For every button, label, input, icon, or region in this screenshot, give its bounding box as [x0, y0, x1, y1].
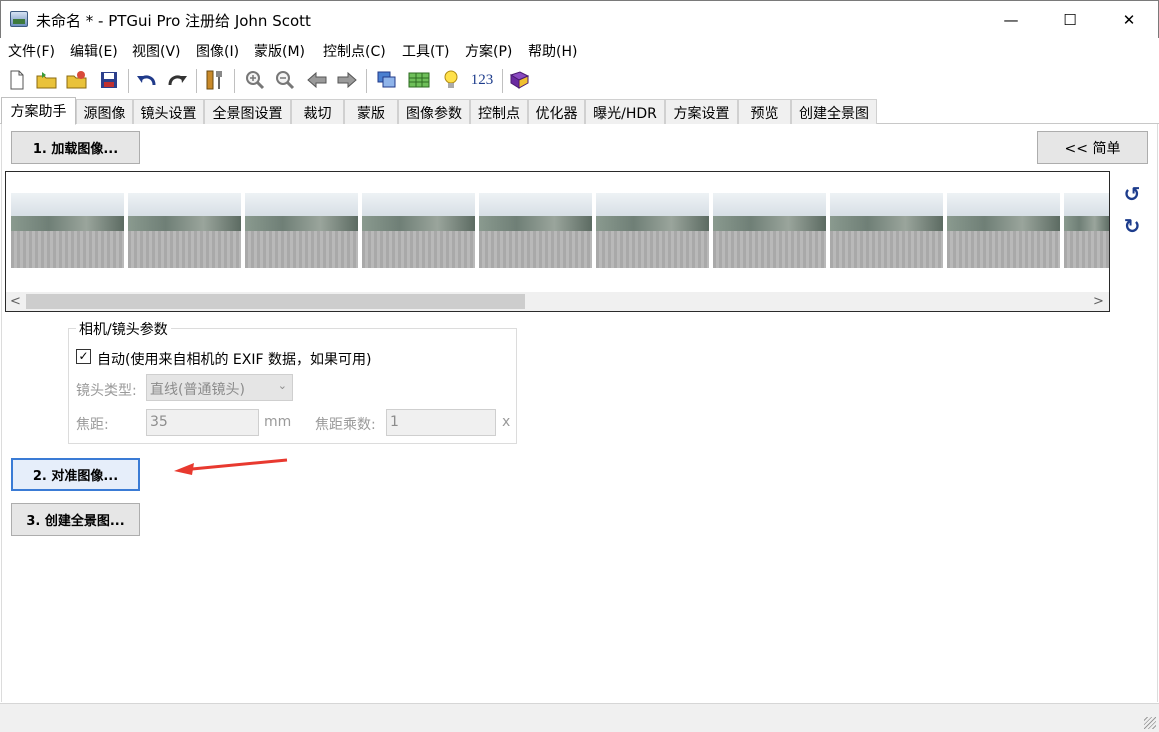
- toolbar-separator: [502, 69, 503, 93]
- back-icon[interactable]: [306, 69, 328, 91]
- focal-unit-label: mm: [264, 414, 292, 430]
- rotate-right-icon[interactable]: ↻: [1122, 214, 1142, 238]
- toolbar-separator: [366, 69, 367, 93]
- tools-icon[interactable]: [204, 69, 226, 91]
- simple-mode-button[interactable]: << 简单: [1037, 131, 1148, 164]
- menu-file[interactable]: 文件(F): [8, 41, 55, 61]
- lens-type-select[interactable]: 直线(普通镜头) ⌄: [146, 374, 293, 401]
- new-file-icon[interactable]: [6, 69, 28, 91]
- toolbar-separator: [128, 69, 129, 93]
- menu-control-points[interactable]: 控制点(C): [323, 41, 386, 61]
- zoom-in-icon[interactable]: [244, 69, 266, 91]
- create-panorama-button[interactable]: 3. 创建全景图...: [11, 503, 140, 536]
- tab-mask[interactable]: 蒙版: [344, 99, 398, 124]
- focal-multiplier-label: 焦距乘数:: [315, 417, 376, 433]
- toolbar-separator: [196, 69, 197, 93]
- tab-exposure-hdr[interactable]: 曝光/HDR: [585, 99, 665, 124]
- status-bar: [0, 703, 1159, 732]
- group-title: 相机/镜头参数: [76, 319, 171, 339]
- redo-icon[interactable]: [166, 69, 188, 91]
- menu-bar: 文件(F) 编辑(E) 视图(V) 图像(I) 蒙版(M) 控制点(C) 工具(…: [0, 38, 1159, 63]
- image-thumbnail[interactable]: [479, 193, 592, 268]
- title-bar: 未命名 * - PTGui Pro 注册给 John Scott — ☐ ✕: [0, 0, 1159, 38]
- load-images-button[interactable]: 1. 加载图像...: [11, 131, 140, 164]
- menu-tools[interactable]: 工具(T): [402, 41, 449, 61]
- app-icon: [10, 11, 28, 27]
- tab-panorama-settings[interactable]: 全景图设置: [204, 99, 291, 124]
- minimize-icon: —: [1003, 11, 1019, 29]
- image-thumbnail[interactable]: [1064, 193, 1109, 268]
- image-thumbnail[interactable]: [11, 193, 124, 268]
- zoom-out-icon[interactable]: [274, 69, 296, 91]
- chevron-down-icon: ⌄: [277, 379, 287, 392]
- image-thumbnail[interactable]: [830, 193, 943, 268]
- image-thumbnail-strip[interactable]: < >: [5, 171, 1110, 312]
- menu-edit[interactable]: 编辑(E): [70, 41, 118, 61]
- menu-image[interactable]: 图像(I): [196, 41, 239, 61]
- scrollbar-thumb[interactable]: [26, 294, 525, 309]
- menu-mask[interactable]: 蒙版(M): [254, 41, 305, 61]
- tab-project-settings[interactable]: 方案设置: [665, 99, 738, 124]
- annotation-arrow: [174, 458, 288, 475]
- maximize-icon: ☐: [1063, 11, 1077, 29]
- help-book-icon[interactable]: [508, 69, 530, 91]
- panorama-editor-icon[interactable]: [376, 69, 398, 91]
- tab-source-images[interactable]: 源图像: [76, 99, 133, 124]
- tab-control-points[interactable]: 控制点: [470, 99, 528, 124]
- tab-create-panorama[interactable]: 创建全景图: [791, 99, 877, 124]
- focal-length-field[interactable]: 35: [146, 409, 259, 436]
- toolbar-separator: [234, 69, 235, 93]
- image-thumbnail[interactable]: [245, 193, 358, 268]
- image-thumbnail[interactable]: [596, 193, 709, 268]
- save-icon[interactable]: [98, 69, 120, 91]
- align-images-button[interactable]: 2. 对准图像...: [11, 458, 140, 491]
- undo-icon[interactable]: [136, 69, 158, 91]
- open-recent-icon[interactable]: [66, 69, 88, 91]
- close-button[interactable]: ✕: [1100, 1, 1158, 39]
- tab-bar: 方案助手 源图像 镜头设置 全景图设置 裁切 蒙版 图像参数 控制点 优化器 曝…: [0, 97, 1159, 125]
- multiplier-unit-label: x: [502, 414, 511, 430]
- numbers-icon[interactable]: 123: [468, 69, 496, 91]
- open-folder-icon[interactable]: [36, 69, 58, 91]
- tab-project-assistant[interactable]: 方案助手: [1, 97, 76, 125]
- lens-type-value: 直线(普通镜头): [150, 382, 245, 398]
- horizontal-scrollbar[interactable]: < >: [6, 292, 1109, 311]
- tab-optimizer[interactable]: 优化器: [528, 99, 585, 124]
- resize-grip-icon[interactable]: [1144, 717, 1156, 729]
- menu-project[interactable]: 方案(P): [465, 41, 512, 61]
- auto-exif-label[interactable]: 自动(使用来自相机的 EXIF 数据，如果可用): [97, 349, 371, 369]
- camera-lens-group: 相机/镜头参数 ✓ 自动(使用来自相机的 EXIF 数据，如果可用) 镜头类型:…: [68, 319, 517, 444]
- scroll-right-icon[interactable]: >: [1090, 292, 1107, 311]
- lens-type-label: 镜头类型:: [76, 383, 137, 399]
- light-bulb-icon[interactable]: [440, 69, 462, 91]
- table-icon[interactable]: [408, 69, 430, 91]
- focal-multiplier-field[interactable]: 1: [386, 409, 496, 436]
- menu-help[interactable]: 帮助(H): [528, 41, 577, 61]
- close-icon: ✕: [1122, 11, 1136, 29]
- tab-preview[interactable]: 预览: [738, 99, 791, 124]
- focal-length-label: 焦距:: [76, 417, 109, 433]
- image-thumbnail[interactable]: [947, 193, 1060, 268]
- image-thumbnail[interactable]: [713, 193, 826, 268]
- auto-exif-checkbox[interactable]: ✓: [76, 349, 91, 364]
- minimize-button[interactable]: —: [982, 1, 1040, 39]
- toolbar: 123: [0, 63, 1159, 97]
- image-thumbnail[interactable]: [128, 193, 241, 268]
- maximize-button[interactable]: ☐: [1041, 1, 1099, 39]
- tab-image-parameters[interactable]: 图像参数: [398, 99, 470, 124]
- window-title: 未命名 * - PTGui Pro 注册给 John Scott: [36, 12, 311, 30]
- rotate-left-icon[interactable]: ↺: [1122, 182, 1142, 206]
- forward-icon[interactable]: [336, 69, 358, 91]
- scroll-left-icon[interactable]: <: [7, 292, 24, 311]
- tab-lens-settings[interactable]: 镜头设置: [133, 99, 204, 124]
- image-thumbnail[interactable]: [362, 193, 475, 268]
- menu-view[interactable]: 视图(V): [132, 41, 181, 61]
- tab-crop[interactable]: 裁切: [291, 99, 344, 124]
